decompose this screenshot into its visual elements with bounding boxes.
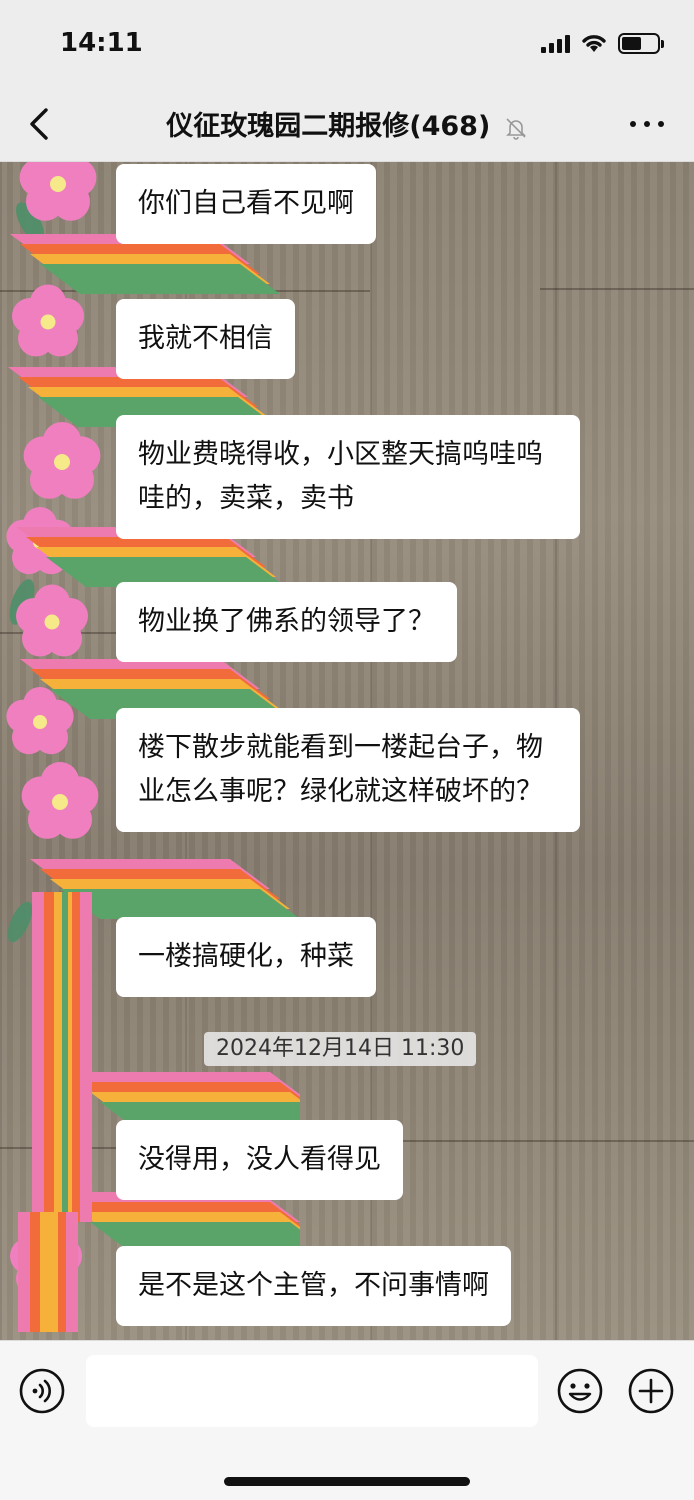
voice-icon[interactable] <box>18 1367 66 1415</box>
message-bubble[interactable]: 物业费晓得收，小区整天搞呜哇呜哇的，卖菜，卖书 <box>116 415 580 539</box>
nav-bar: 仪征玫瑰园二期报修(468) <box>0 88 694 162</box>
message-bubble[interactable]: 我就不相信 <box>116 299 295 379</box>
input-bar <box>0 1340 694 1500</box>
message-bubble[interactable]: 一楼搞硬化，种菜 <box>116 917 376 997</box>
timestamp: 2024年12月14日 11:30 <box>204 1032 477 1066</box>
more-icon[interactable] <box>630 121 664 127</box>
battery-icon <box>618 32 664 54</box>
message-input[interactable] <box>86 1355 538 1427</box>
wifi-icon <box>582 35 606 52</box>
mute-bell-icon <box>505 117 526 140</box>
message-bubble[interactable]: 是不是这个主管，不问事情啊 <box>116 1246 511 1326</box>
message-bubble[interactable]: 物业换了佛系的领导了？ <box>116 582 457 662</box>
message-bubble[interactable]: 楼下散步就能看到一楼起台子，物业怎么事呢？绿化就这样破坏的？ <box>116 708 580 832</box>
status-time: 14:11 <box>60 28 143 58</box>
chat-screen: 14:11 仪征玫瑰园二期报修(468) 你们自己看不见啊 我就不相信 物业费晓… <box>0 0 694 1500</box>
status-bar: 14:11 <box>0 0 694 88</box>
message-bubble[interactable]: 没得用，没人看得见 <box>116 1120 403 1200</box>
emoji-icon[interactable] <box>556 1367 604 1415</box>
home-indicator <box>224 1477 470 1486</box>
chat-title: 仪征玫瑰园二期报修(468) <box>166 111 491 142</box>
status-icons <box>541 32 664 54</box>
plus-icon[interactable] <box>627 1367 675 1415</box>
chat-area[interactable]: 你们自己看不见啊 我就不相信 物业费晓得收，小区整天搞呜哇呜哇的，卖菜，卖书 物… <box>0 162 694 1340</box>
chat-title-wrap[interactable]: 仪征玫瑰园二期报修(468) <box>0 104 694 143</box>
message-bubble[interactable]: 你们自己看不见啊 <box>116 164 376 244</box>
signal-icon <box>541 33 570 53</box>
